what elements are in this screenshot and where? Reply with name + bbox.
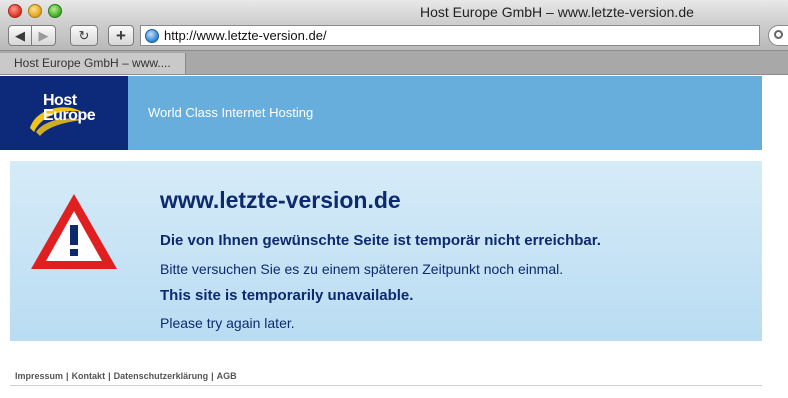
reload-button[interactable]: ↻	[70, 25, 98, 46]
footer-separator: |	[211, 371, 214, 381]
reload-icon: ↻	[78, 27, 90, 43]
window-titlebar: Host Europe GmbH – www.letzte-version.de	[0, 0, 788, 22]
minimize-window-button[interactable]	[28, 4, 42, 18]
tab-bar: Host Europe GmbH – www....	[0, 50, 788, 75]
footer-link-datenschutz[interactable]: Datenschutzerklärung	[114, 371, 209, 381]
message-de-text: Bitte versuchen Sie es zu einem späteren…	[160, 261, 564, 277]
site-header: Host Europe World Class Internet Hosting	[0, 76, 762, 150]
url-text[interactable]: http://www.letzte-version.de/	[164, 28, 327, 43]
footer-separator: |	[108, 371, 111, 381]
search-icon	[774, 30, 783, 39]
warning-triangle-icon	[31, 194, 117, 269]
tab-host-europe[interactable]: Host Europe GmbH – www....	[0, 53, 186, 74]
zoom-window-button[interactable]	[48, 4, 62, 18]
back-arrow-icon: ◀	[15, 27, 25, 43]
message-en-heading: This site is temporarily unavailable.	[160, 287, 414, 304]
window-title: Host Europe GmbH – www.letzte-version.de	[420, 4, 694, 20]
plus-icon: +	[116, 25, 126, 45]
web-page: Host Europe World Class Internet Hosting…	[0, 76, 788, 398]
add-bookmark-button[interactable]: +	[108, 25, 134, 46]
footer-link-kontakt[interactable]: Kontakt	[72, 371, 106, 381]
header-tagline: World Class Internet Hosting	[148, 105, 314, 120]
footer-links: Impressum | Kontakt | Datenschutzerklärung | A…	[15, 371, 237, 381]
forward-button[interactable]: ▶	[32, 25, 56, 46]
close-window-button[interactable]	[8, 4, 22, 18]
footer-link-impressum[interactable]: Impressum	[15, 371, 63, 381]
message-en-text: Please try again later.	[160, 315, 295, 331]
forward-arrow-icon: ▶	[38, 27, 49, 43]
address-bar[interactable]: http://www.letzte-version.de/	[140, 25, 760, 46]
browser-toolbar: ◀ ▶ ↻ + http://www.letzte-version.de/	[0, 22, 788, 50]
message-de-heading: Die von Ihnen gewünschte Seite ist tempo…	[160, 232, 601, 249]
page-title: www.letzte-version.de	[160, 187, 401, 213]
host-europe-logo[interactable]: Host Europe	[0, 76, 128, 150]
footer-link-agb[interactable]: AGB	[217, 371, 237, 381]
footer-divider	[10, 385, 762, 386]
globe-icon	[145, 28, 159, 43]
search-field[interactable]	[768, 25, 788, 46]
back-button[interactable]: ◀	[8, 25, 32, 46]
unavailable-notice: www.letzte-version.de Die von Ihnen gewü…	[10, 161, 762, 341]
footer-separator: |	[66, 371, 69, 381]
logo-text-europe: Europe	[43, 107, 96, 124]
